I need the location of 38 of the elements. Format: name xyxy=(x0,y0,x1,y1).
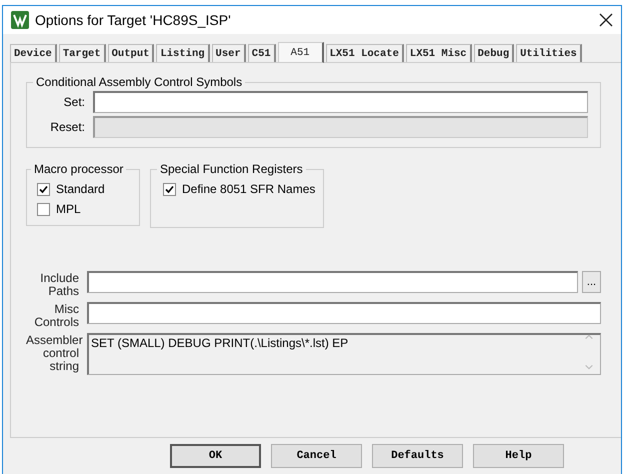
tab[interactable]: User xyxy=(212,44,246,62)
include-paths-field[interactable] xyxy=(87,271,578,293)
checkbox[interactable] xyxy=(37,182,50,196)
misc-controls-field[interactable] xyxy=(87,302,601,324)
tab[interactable]: Device xyxy=(10,44,57,62)
tab[interactable]: A51 xyxy=(278,42,324,63)
browse-button[interactable]: ... xyxy=(582,271,601,293)
group-title: Conditional Assembly Control Symbols xyxy=(35,75,244,89)
tab[interactable]: Target xyxy=(58,44,106,62)
close-icon[interactable] xyxy=(599,13,613,27)
text-field[interactable] xyxy=(93,91,588,113)
dialog-button[interactable]: Defaults xyxy=(372,444,463,468)
checkbox[interactable] xyxy=(163,182,176,196)
checkbox[interactable] xyxy=(37,202,50,216)
group-title: Macro processor xyxy=(33,162,124,176)
checkbox-label: Standard xyxy=(56,182,105,196)
field-label: Include Paths xyxy=(39,271,79,298)
tab[interactable]: Debug xyxy=(474,44,514,62)
dialog-button[interactable]: OK xyxy=(170,444,261,468)
scrollbar-arrows-icon[interactable] xyxy=(584,332,594,372)
dialog-button[interactable]: Help xyxy=(473,444,564,468)
checkbox-label: Define 8051 SFR Names xyxy=(182,182,316,196)
tab[interactable]: Output xyxy=(108,44,154,62)
tab[interactable]: Listing xyxy=(156,44,210,62)
field-label: Set: xyxy=(62,95,85,109)
tab[interactable]: LX51 Misc xyxy=(406,44,472,62)
control-string-text: SET (SMALL) DEBUG PRINT(.\Listings\*.lst) EP xyxy=(91,336,348,352)
dialog-button[interactable]: Cancel xyxy=(271,444,362,468)
field-label: Misc Controls xyxy=(33,302,79,329)
field-label: Reset: xyxy=(49,120,85,134)
group-title: Special Function Registers xyxy=(159,162,304,176)
tab[interactable]: C51 xyxy=(248,44,276,62)
window-title: Options for Target 'HC89S_ISP' xyxy=(35,12,232,28)
control-string-field[interactable]: SET (SMALL) DEBUG PRINT(.\Listings\*.lst) EP xyxy=(87,333,601,375)
app-logo-icon xyxy=(11,11,29,29)
tab[interactable]: LX51 Locate xyxy=(326,44,404,62)
checkbox-label: MPL xyxy=(56,202,81,216)
tab[interactable]: Utilities xyxy=(516,44,582,62)
